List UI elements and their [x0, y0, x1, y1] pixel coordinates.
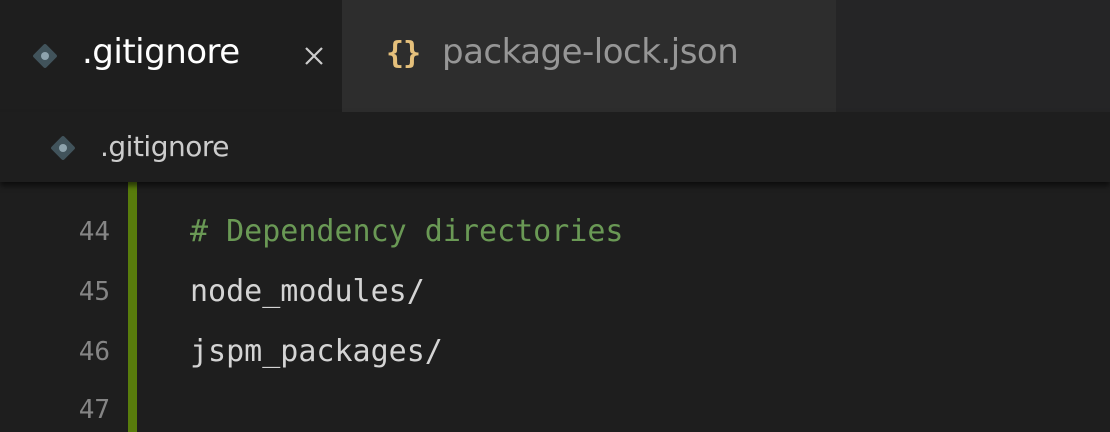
code-line: 44 # Dependency directories — [0, 202, 1110, 262]
code-line: 47 — [0, 380, 1110, 432]
json-braces-icon: {} — [386, 36, 421, 71]
tab-label: .gitignore — [82, 32, 240, 72]
code-editor[interactable]: 44 # Dependency directories 45 node_modu… — [0, 182, 1110, 432]
line-code: node_modules/ — [190, 274, 425, 309]
editor-window: .gitignore {} package-lock.json .gitigno… — [0, 0, 1110, 432]
code-line: 46 jspm_packages/ — [0, 322, 1110, 382]
code-line: 45 node_modules/ — [0, 262, 1110, 322]
tab-gitignore[interactable]: .gitignore — [0, 0, 342, 112]
line-number: 47 — [78, 395, 110, 425]
tab-label: package-lock.json — [442, 32, 739, 72]
close-icon[interactable] — [294, 36, 334, 76]
line-code: jspm_packages/ — [190, 334, 443, 369]
line-number: 46 — [78, 337, 110, 367]
line-number: 45 — [78, 277, 110, 307]
line-number: 44 — [78, 217, 110, 247]
git-file-icon — [50, 135, 76, 161]
breadcrumb-item-gitignore[interactable]: .gitignore — [100, 130, 229, 163]
tab-bar: .gitignore {} package-lock.json — [0, 0, 1110, 112]
tab-package-lock-json[interactable]: {} package-lock.json — [342, 0, 836, 112]
breadcrumb: .gitignore — [0, 112, 1110, 182]
git-file-icon — [32, 43, 58, 69]
line-code: # Dependency directories — [190, 214, 624, 249]
close-glyph — [305, 47, 323, 65]
